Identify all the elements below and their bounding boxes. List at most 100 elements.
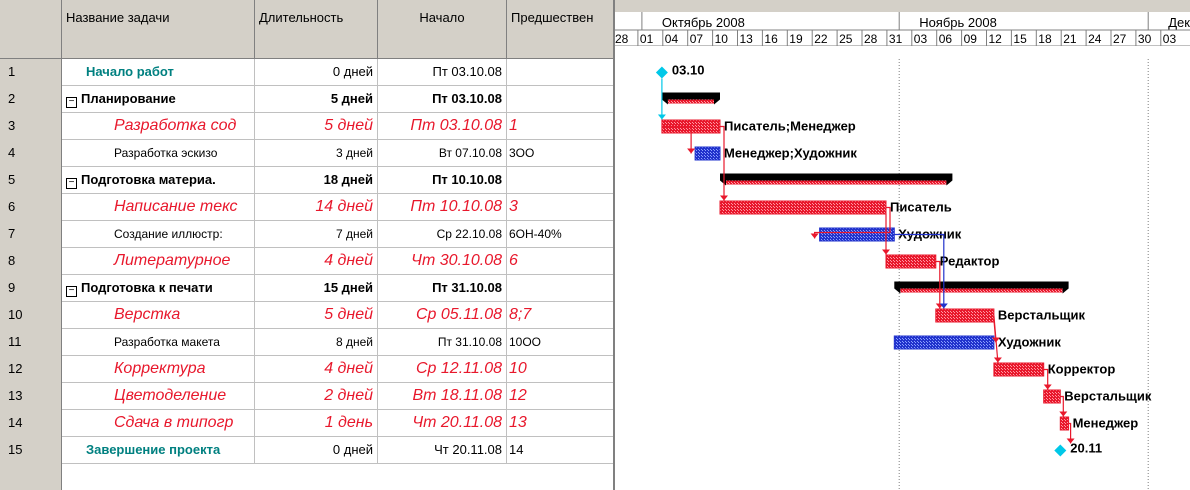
start-cell[interactable]: Чт 30.10.08 bbox=[378, 248, 507, 275]
task-name-cell[interactable]: Начало работ bbox=[62, 59, 255, 86]
row-id-cell[interactable]: 10 bbox=[0, 302, 62, 329]
table-row[interactable]: 2 − Планирование 5 дней Пт 03.10.08 bbox=[0, 86, 613, 113]
row-id-cell[interactable]: 15 bbox=[0, 437, 62, 464]
predecessors-cell[interactable]: 10 bbox=[507, 356, 613, 383]
row-id-cell[interactable]: 9 bbox=[0, 275, 62, 302]
row-id-cell[interactable]: 8 bbox=[0, 248, 62, 275]
task-name-cell[interactable]: Цветоделение bbox=[62, 383, 255, 410]
milestone-diamond-icon[interactable] bbox=[1054, 444, 1067, 457]
duration-cell[interactable]: 5 дней bbox=[255, 113, 378, 140]
predecessors-cell[interactable] bbox=[507, 59, 613, 86]
empty-row[interactable] bbox=[0, 464, 613, 490]
critical-task-bar[interactable] bbox=[1059, 416, 1070, 431]
row-id-cell[interactable]: 5 bbox=[0, 167, 62, 194]
table-row[interactable]: 6 Написание текс 14 дней Пт 10.10.08 3 bbox=[0, 194, 613, 221]
collapse-toggle-icon[interactable]: − bbox=[66, 286, 77, 297]
predecessors-cell[interactable]: 12 bbox=[507, 383, 613, 410]
critical-task-bar[interactable] bbox=[719, 200, 887, 215]
duration-cell[interactable]: 1 день bbox=[255, 410, 378, 437]
row-id-cell[interactable]: 3 bbox=[0, 113, 62, 140]
start-cell[interactable]: Пт 03.10.08 bbox=[378, 86, 507, 113]
predecessors-cell[interactable] bbox=[507, 86, 613, 113]
predecessors-cell[interactable]: 8;7 bbox=[507, 302, 613, 329]
row-id-cell[interactable] bbox=[0, 464, 62, 490]
column-header-duration[interactable]: Длительность bbox=[255, 0, 378, 59]
duration-cell[interactable]: 8 дней bbox=[255, 329, 378, 356]
task-name-cell[interactable]: − Подготовка к печати bbox=[62, 275, 255, 302]
critical-task-bar[interactable] bbox=[1043, 389, 1061, 404]
table-row[interactable]: 10 Верстка 5 дней Ср 05.11.08 8;7 bbox=[0, 302, 613, 329]
task-bar[interactable] bbox=[694, 146, 721, 161]
milestone-diamond-icon[interactable] bbox=[655, 66, 668, 79]
column-header-start[interactable]: Начало bbox=[378, 0, 507, 59]
duration-cell[interactable]: 3 дней bbox=[255, 140, 378, 167]
predecessors-cell[interactable]: 3 bbox=[507, 194, 613, 221]
table-row[interactable]: 14 Сдача в типогр 1 день Чт 20.11.08 13 bbox=[0, 410, 613, 437]
collapse-toggle-icon[interactable]: − bbox=[66, 97, 77, 108]
summary-bar[interactable] bbox=[720, 173, 953, 181]
table-row[interactable]: 3 Разработка сод 5 дней Пт 03.10.08 1 bbox=[0, 113, 613, 140]
table-row[interactable]: 13 Цветоделение 2 дней Вт 18.11.08 12 bbox=[0, 383, 613, 410]
predecessors-cell[interactable]: 3ОО bbox=[507, 140, 613, 167]
table-row[interactable]: 5 − Подготовка материа. 18 дней Пт 10.10.08 bbox=[0, 167, 613, 194]
row-id-cell[interactable]: 2 bbox=[0, 86, 62, 113]
duration-cell[interactable]: 2 дней bbox=[255, 383, 378, 410]
table-row[interactable]: 4 Разработка эскизо 3 дней Вт 07.10.08 3ОО bbox=[0, 140, 613, 167]
start-cell[interactable]: Ср 22.10.08 bbox=[378, 221, 507, 248]
duration-cell[interactable]: 15 дней bbox=[255, 275, 378, 302]
start-cell[interactable]: Пт 03.10.08 bbox=[378, 59, 507, 86]
predecessors-cell[interactable]: 6 bbox=[507, 248, 613, 275]
predecessors-cell[interactable]: 13 bbox=[507, 410, 613, 437]
start-cell[interactable]: Чт 20.11.08 bbox=[378, 437, 507, 464]
table-row[interactable]: 7 Создание иллюстр: 7 дней Ср 22.10.08 6ОН-4… bbox=[0, 221, 613, 248]
column-header-predecessors[interactable]: Предшествен bbox=[507, 0, 613, 59]
task-name-cell[interactable]: Разработка сод bbox=[62, 113, 255, 140]
task-name-cell[interactable]: − Планирование bbox=[62, 86, 255, 113]
duration-cell[interactable]: 7 дней bbox=[255, 221, 378, 248]
task-bar[interactable] bbox=[819, 227, 895, 242]
predecessors-cell[interactable] bbox=[507, 167, 613, 194]
task-bar[interactable] bbox=[893, 335, 995, 350]
task-name-cell[interactable]: Завершение проекта bbox=[62, 437, 255, 464]
start-cell[interactable]: Ср 12.11.08 bbox=[378, 356, 507, 383]
row-id-cell[interactable]: 14 bbox=[0, 410, 62, 437]
start-cell[interactable]: Пт 03.10.08 bbox=[378, 113, 507, 140]
predecessors-cell[interactable]: 14 bbox=[507, 437, 613, 464]
summary-bar[interactable] bbox=[661, 92, 720, 100]
row-id-cell[interactable]: 6 bbox=[0, 194, 62, 221]
start-cell[interactable]: Пт 10.10.08 bbox=[378, 167, 507, 194]
table-row[interactable]: 8 Литературное 4 дней Чт 30.10.08 6 bbox=[0, 248, 613, 275]
task-name-cell[interactable]: Корректура bbox=[62, 356, 255, 383]
duration-cell[interactable]: 14 дней bbox=[255, 194, 378, 221]
row-id-header[interactable] bbox=[0, 0, 62, 59]
row-id-cell[interactable]: 7 bbox=[0, 221, 62, 248]
column-header-name[interactable]: Название задачи bbox=[62, 0, 255, 59]
predecessors-cell[interactable]: 1 bbox=[507, 113, 613, 140]
start-cell[interactable]: Пт 10.10.08 bbox=[378, 194, 507, 221]
row-id-cell[interactable]: 12 bbox=[0, 356, 62, 383]
task-name-cell[interactable]: Разработка макета bbox=[62, 329, 255, 356]
duration-cell[interactable]: 4 дней bbox=[255, 248, 378, 275]
task-name-cell[interactable]: Сдача в типогр bbox=[62, 410, 255, 437]
duration-cell[interactable]: 0 дней bbox=[255, 59, 378, 86]
table-row[interactable]: 9 − Подготовка к печати 15 дней Пт 31.10.08 bbox=[0, 275, 613, 302]
table-row[interactable]: 15 Завершение проекта 0 дней Чт 20.11.08 14 bbox=[0, 437, 613, 464]
task-name-cell[interactable]: Разработка эскизо bbox=[62, 140, 255, 167]
start-cell[interactable]: Вт 18.11.08 bbox=[378, 383, 507, 410]
start-cell[interactable]: Пт 31.10.08 bbox=[378, 329, 507, 356]
row-id-cell[interactable]: 11 bbox=[0, 329, 62, 356]
row-id-cell[interactable]: 1 bbox=[0, 59, 62, 86]
duration-cell[interactable]: 18 дней bbox=[255, 167, 378, 194]
duration-cell[interactable]: 0 дней bbox=[255, 437, 378, 464]
task-name-cell[interactable]: Создание иллюстр: bbox=[62, 221, 255, 248]
duration-cell[interactable]: 5 дней bbox=[255, 86, 378, 113]
table-row[interactable]: 11 Разработка макета 8 дней Пт 31.10.08 10ОО bbox=[0, 329, 613, 356]
task-name-cell[interactable]: Написание текс bbox=[62, 194, 255, 221]
row-id-cell[interactable]: 13 bbox=[0, 383, 62, 410]
collapse-toggle-icon[interactable]: − bbox=[66, 178, 77, 189]
table-row[interactable]: 12 Корректура 4 дней Ср 12.11.08 10 bbox=[0, 356, 613, 383]
task-name-cell[interactable]: − Подготовка материа. bbox=[62, 167, 255, 194]
duration-cell[interactable]: 4 дней bbox=[255, 356, 378, 383]
table-row[interactable]: 1 Начало работ 0 дней Пт 03.10.08 bbox=[0, 59, 613, 86]
predecessors-cell[interactable]: 6ОН-40% bbox=[507, 221, 613, 248]
